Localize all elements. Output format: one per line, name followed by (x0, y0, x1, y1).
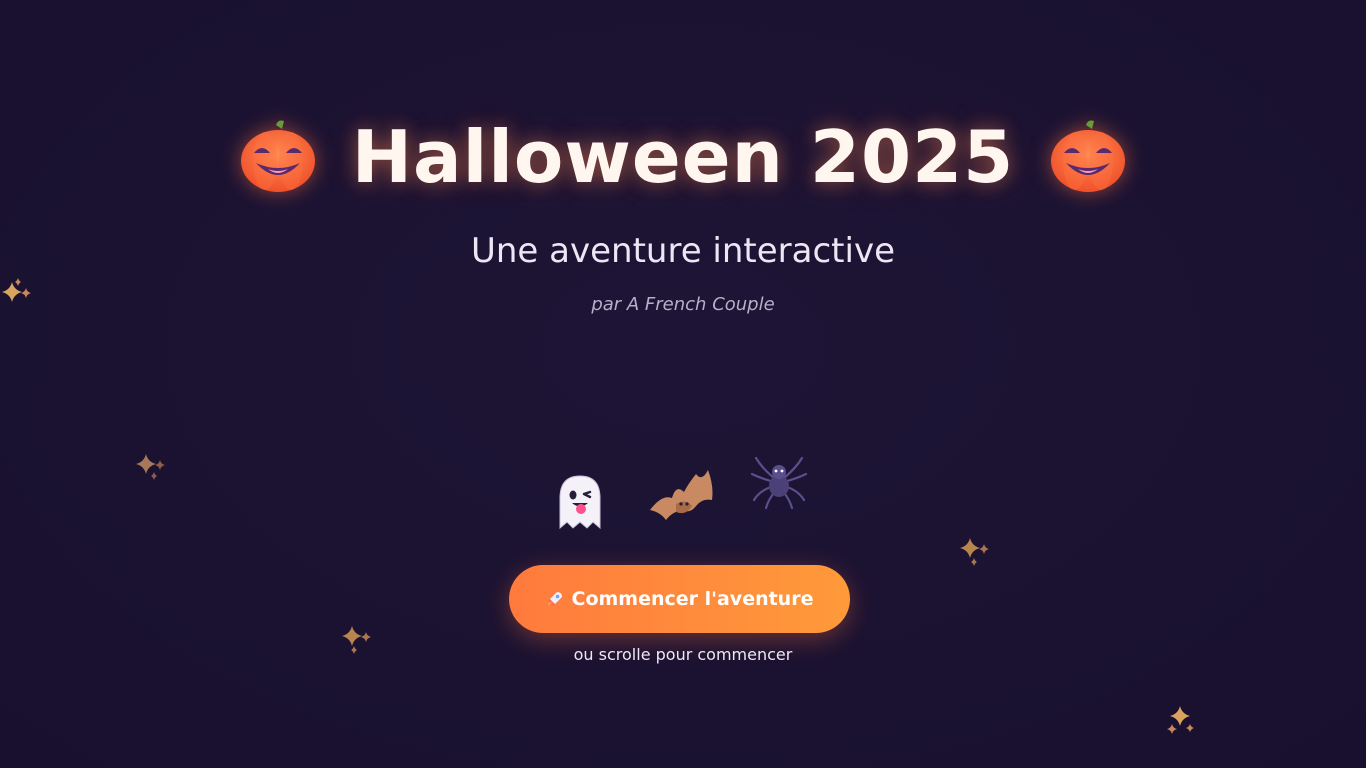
ghost-icon (559, 475, 601, 530)
scroll-hint: ou scrolle pour commencer (573, 645, 793, 664)
pumpkin-icon (1051, 120, 1126, 192)
bat-icon (650, 470, 713, 520)
page-subtitle: Une aventure interactive (471, 231, 895, 271)
landing-page: Halloween 2025 Une aventure interactive … (0, 0, 1366, 768)
sparkles-icon (1167, 706, 1194, 734)
sparkles-icon (342, 626, 371, 654)
hero-title-row: Halloween 2025 (0, 112, 1366, 202)
author-byline: par A French Couple (591, 294, 775, 315)
spider-icon (750, 456, 808, 510)
sparkles-icon (2, 278, 31, 302)
rocket-icon (547, 592, 562, 606)
page-title: Halloween 2025 (351, 115, 1015, 199)
sparkles-icon (136, 454, 165, 480)
pumpkin-icon (240, 120, 315, 192)
creature-row (540, 446, 820, 546)
start-adventure-button[interactable]: Commencer l'aventure (509, 565, 850, 633)
sparkles-icon (960, 538, 989, 566)
start-adventure-label: Commencer l'aventure (571, 588, 814, 610)
